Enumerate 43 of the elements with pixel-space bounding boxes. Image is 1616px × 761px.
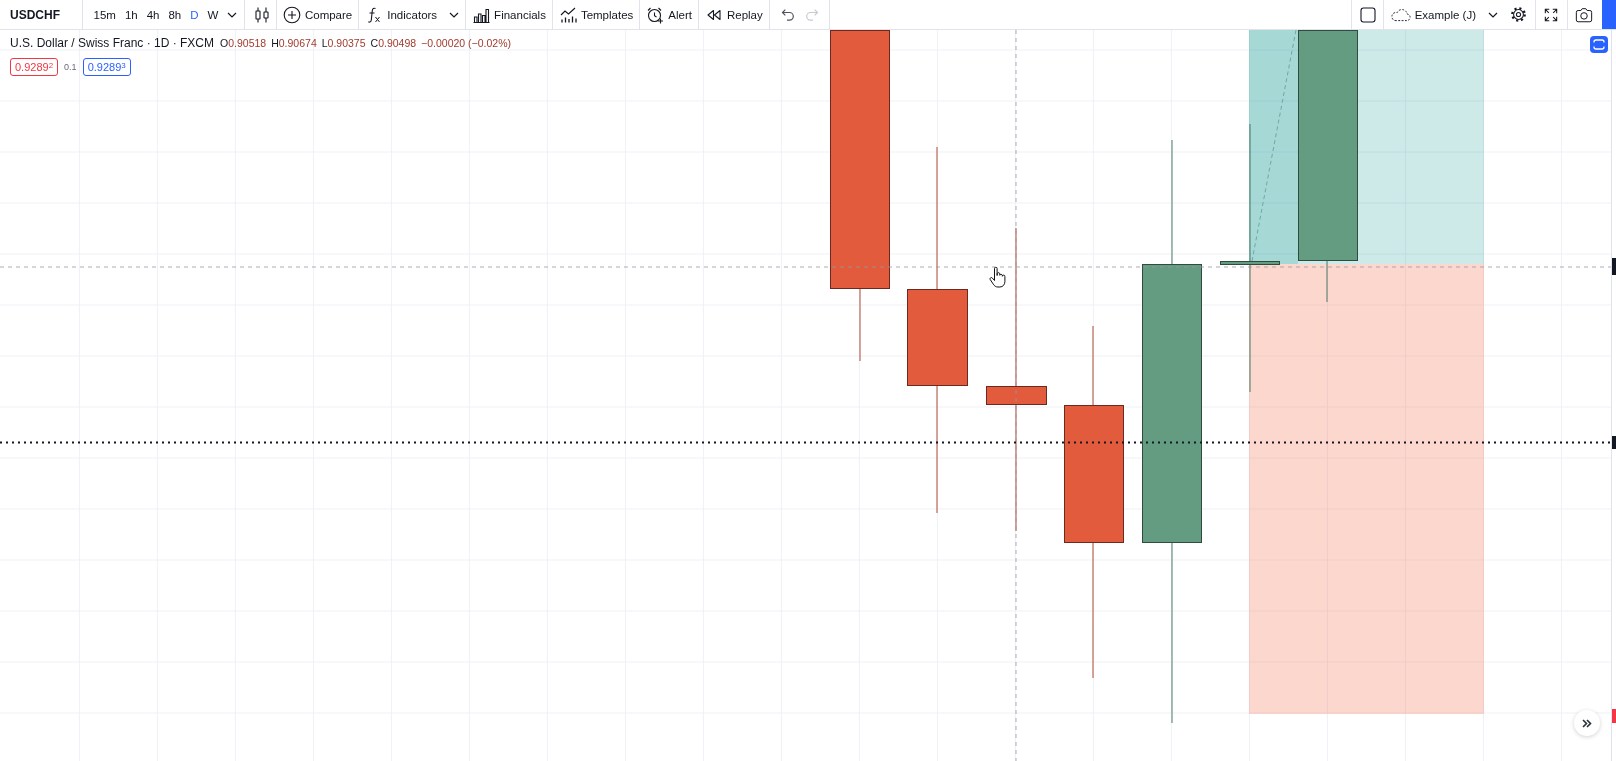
ohlc-value: H0.90674 bbox=[271, 37, 317, 49]
interval-tab[interactable]: W bbox=[203, 0, 223, 29]
sell-price-button[interactable]: 0.9289$^{2}$ bbox=[10, 58, 59, 76]
auto-scale-button[interactable] bbox=[1590, 36, 1608, 53]
replay-button[interactable]: Replay bbox=[698, 0, 769, 29]
alert-button[interactable]: Alert bbox=[640, 0, 698, 29]
symbol-button[interactable]: USDCHF bbox=[0, 0, 82, 29]
interval-tab[interactable]: 4h bbox=[142, 0, 164, 29]
settings-icon[interactable] bbox=[1510, 6, 1527, 23]
candlestick-icon[interactable] bbox=[253, 5, 270, 24]
interval-tab[interactable]: 15m bbox=[89, 0, 121, 29]
interval-tab[interactable]: 1h bbox=[120, 0, 143, 29]
layout-button[interactable]: Example (J) bbox=[1383, 0, 1500, 29]
cloud-icon bbox=[1389, 7, 1411, 22]
camera-icon[interactable] bbox=[1575, 6, 1593, 23]
scroll-to-latest-button[interactable] bbox=[1574, 710, 1600, 736]
price-marker bbox=[1612, 709, 1616, 723]
fullscreen-icon[interactable] bbox=[1544, 7, 1558, 22]
chevron-down-icon[interactable] bbox=[226, 11, 237, 18]
ohlc-value: L0.90375 bbox=[321, 37, 366, 49]
chevron-down-icon bbox=[1488, 11, 1498, 18]
chevron-down-icon bbox=[449, 11, 460, 18]
double-chevron-icon bbox=[1582, 718, 1592, 728]
ohlc-value: C0.90498 bbox=[370, 37, 417, 49]
interval-tab[interactable]: 8h bbox=[163, 0, 186, 29]
square-icon[interactable] bbox=[1359, 6, 1376, 23]
ohlc-value: O0.90518 bbox=[220, 37, 267, 49]
interval-tab[interactable]: D bbox=[185, 0, 204, 29]
chart-template-icon bbox=[558, 5, 577, 24]
price-change: −0.00020 (−0.02%) bbox=[421, 37, 511, 49]
alarm-clock-icon bbox=[646, 5, 665, 24]
indicators-button[interactable]: Indicators bbox=[359, 0, 466, 29]
templates-button[interactable]: Templates bbox=[552, 0, 640, 29]
symbol-title: U.S. Dollar / Swiss Franc · 1D · FXCM bbox=[10, 36, 215, 50]
spread-value: 0.1 bbox=[64, 62, 77, 72]
plus-circle-icon bbox=[282, 5, 301, 24]
price-marker bbox=[1612, 436, 1616, 449]
financials-button[interactable]: Financials bbox=[466, 0, 552, 29]
compare-button[interactable]: Compare bbox=[276, 0, 359, 29]
frame-icon bbox=[1593, 39, 1605, 50]
hand-cursor-icon bbox=[989, 267, 1008, 288]
crosshair-price-marker bbox=[1612, 258, 1616, 275]
buy-price-button[interactable]: 0.9289$^{3}$ bbox=[82, 58, 131, 76]
